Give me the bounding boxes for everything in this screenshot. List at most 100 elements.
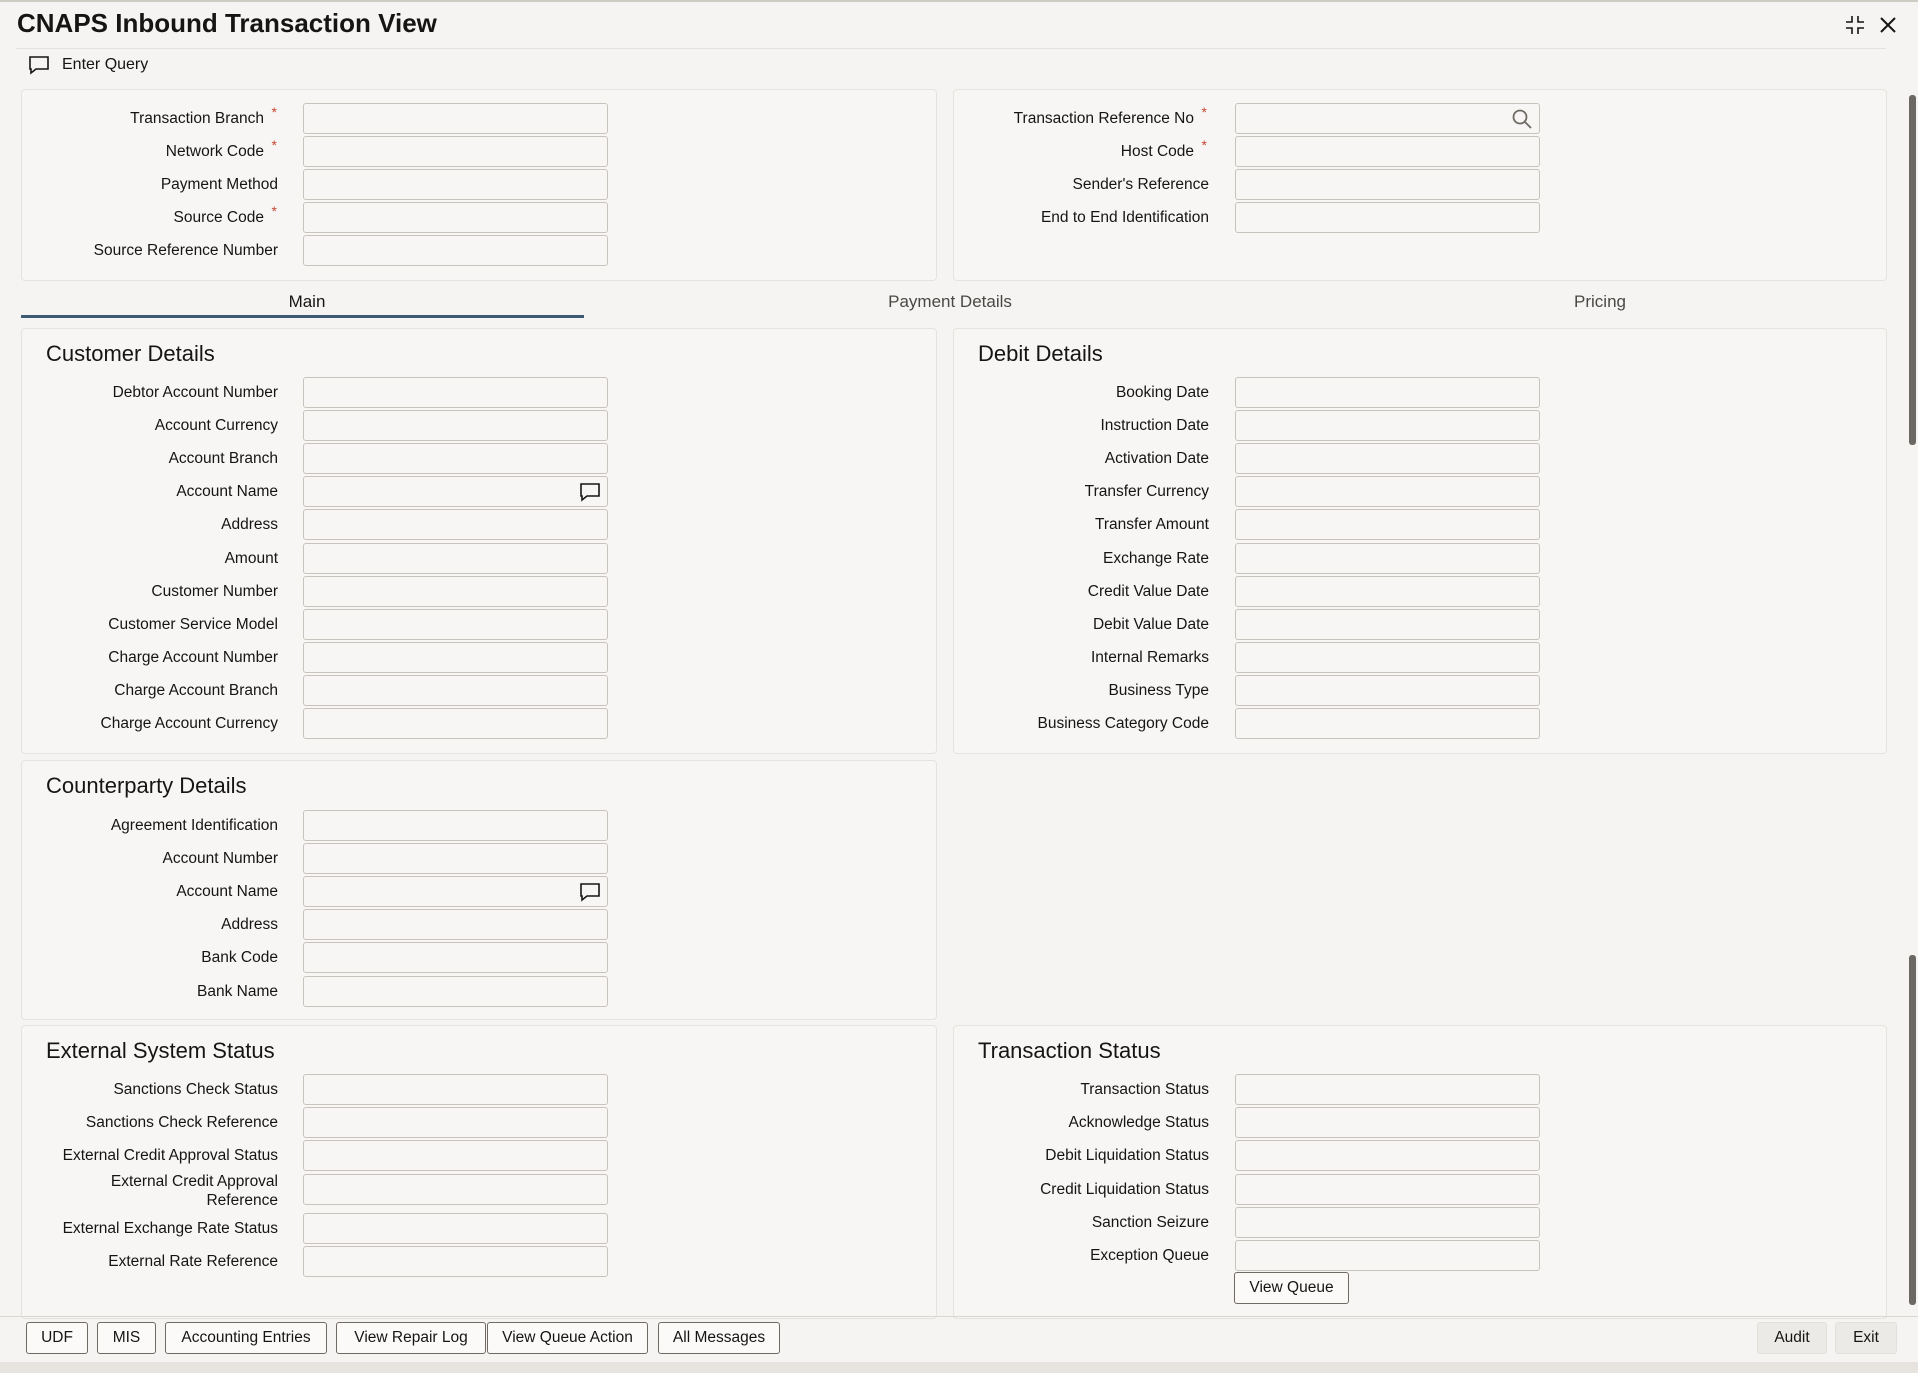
account-number-field[interactable]	[303, 843, 608, 875]
exchange-rate-label: Exchange Rate	[949, 549, 1209, 568]
amount-field[interactable]	[303, 542, 608, 574]
label-text: Sanction Seizure	[1091, 1214, 1209, 1231]
speech-bubble-icon[interactable]	[579, 481, 601, 503]
transaction-status-label: Transaction Status	[949, 1080, 1209, 1099]
charge-account-currency-field[interactable]	[303, 708, 608, 739]
account-name-field[interactable]	[303, 876, 608, 908]
external-credit-approval-reference-label: External Credit Approval Reference	[78, 1172, 278, 1210]
transaction-branch-field[interactable]	[303, 103, 608, 134]
form-row-internal-remarks: Internal Remarks	[954, 641, 1886, 673]
mis-button[interactable]: MIS	[97, 1322, 156, 1354]
label-text: Charge Account Number	[108, 648, 278, 666]
account-currency-field[interactable]	[303, 410, 608, 442]
tab-payment-details[interactable]: Payment Details	[672, 285, 1228, 319]
acknowledge-status-field[interactable]	[1235, 1107, 1540, 1138]
minimize-window-icon[interactable]	[1842, 12, 1868, 38]
tab-main[interactable]: Main	[21, 285, 593, 319]
end-to-end-identification-field[interactable]	[1235, 202, 1540, 233]
udf-button[interactable]: UDF	[26, 1322, 88, 1354]
view-queue-action-button[interactable]: View Queue Action	[487, 1322, 648, 1354]
instruction-date-field[interactable]	[1235, 410, 1540, 442]
form-row-debtor-account-number: Debtor Account Number	[22, 377, 936, 408]
all-messages-button[interactable]: All Messages	[658, 1322, 780, 1354]
close-icon[interactable]	[1875, 12, 1901, 38]
bank-name-field[interactable]	[303, 975, 608, 1007]
label-text: Account Name	[176, 883, 278, 901]
transaction-reference-no-field[interactable]	[1235, 103, 1540, 134]
business-category-code-field[interactable]	[1235, 708, 1540, 739]
label-text: Host Code	[1120, 143, 1194, 160]
external-exchange-rate-status-field[interactable]	[303, 1213, 608, 1244]
network-code-field[interactable]	[303, 136, 608, 167]
accounting-entries-button[interactable]: Accounting Entries	[165, 1322, 327, 1354]
sanction-seizure-field[interactable]	[1235, 1207, 1540, 1238]
label-text: Account Number	[162, 850, 278, 868]
exit-button[interactable]: Exit	[1835, 1322, 1897, 1354]
charge-account-branch-label: Charge Account Branch	[38, 681, 278, 700]
form-row-address: Address	[22, 909, 936, 941]
transaction-status-field[interactable]	[1235, 1074, 1540, 1105]
sanctions-check-reference-field[interactable]	[303, 1107, 608, 1138]
account-name-label: Account Name	[38, 882, 278, 901]
account-branch-field[interactable]	[303, 443, 608, 475]
external-credit-approval-reference-field[interactable]	[303, 1174, 608, 1205]
agreement-identification-field[interactable]	[303, 810, 608, 841]
credit-value-date-field[interactable]	[1235, 575, 1540, 607]
account-name-field[interactable]	[303, 476, 608, 508]
account-name-label: Account Name	[38, 482, 278, 501]
transfer-amount-field[interactable]	[1235, 509, 1540, 541]
sanctions-check-status-field[interactable]	[303, 1074, 608, 1105]
speech-bubble-icon[interactable]	[579, 881, 601, 903]
label-text: Charge Account Branch	[114, 681, 278, 699]
exchange-rate-field[interactable]	[1235, 542, 1540, 574]
bank-code-label: Bank Code	[38, 948, 278, 967]
debtor-account-number-label: Debtor Account Number	[38, 383, 278, 402]
view-repair-log-button[interactable]: View Repair Log	[336, 1322, 486, 1354]
sender-s-reference-field[interactable]	[1235, 169, 1540, 200]
credit-liquidation-status-field[interactable]	[1235, 1174, 1540, 1205]
charge-account-branch-field[interactable]	[303, 674, 608, 706]
address-field[interactable]	[303, 509, 608, 541]
search-icon[interactable]	[1511, 108, 1533, 130]
payment-method-field[interactable]	[303, 169, 608, 200]
label-text: Charge Account Currency	[100, 715, 278, 732]
source-reference-number-field[interactable]	[303, 235, 608, 266]
internal-remarks-field[interactable]	[1235, 641, 1540, 673]
external-credit-approval-status-field[interactable]	[303, 1140, 608, 1171]
form-row-transaction-reference-no: Transaction Reference No *	[954, 103, 1886, 134]
form-row-charge-account-branch: Charge Account Branch	[22, 674, 936, 706]
customer-service-model-field[interactable]	[303, 608, 608, 640]
view-queue-button[interactable]: View Queue	[1234, 1272, 1349, 1304]
activation-date-field[interactable]	[1235, 443, 1540, 475]
debtor-account-number-field[interactable]	[303, 377, 608, 408]
business-type-field[interactable]	[1235, 674, 1540, 706]
host-code-field[interactable]	[1235, 136, 1540, 167]
customer-number-field[interactable]	[303, 575, 608, 607]
label-text: Activation Date	[1104, 450, 1209, 468]
address-field[interactable]	[303, 909, 608, 941]
scrollbar-thumb-upper[interactable]	[1909, 95, 1916, 445]
booking-date-field[interactable]	[1235, 377, 1540, 408]
required-indicator: *	[1201, 137, 1207, 153]
source-code-field[interactable]	[303, 202, 608, 233]
charge-account-number-field[interactable]	[303, 641, 608, 673]
form-row-customer-service-model: Customer Service Model	[22, 608, 936, 640]
scrollbar-thumb-lower[interactable]	[1909, 955, 1916, 1305]
audit-button[interactable]: Audit	[1757, 1322, 1827, 1354]
bank-code-field[interactable]	[303, 942, 608, 974]
form-row-account-branch: Account Branch	[22, 443, 936, 475]
external-rate-reference-field[interactable]	[303, 1246, 608, 1277]
section-title: Counterparty Details	[46, 773, 247, 798]
business-category-code-label: Business Category Code	[949, 714, 1209, 733]
exception-queue-field[interactable]	[1235, 1240, 1540, 1271]
label-text: Acknowledge Status	[1068, 1114, 1209, 1131]
label-text: Internal Remarks	[1090, 648, 1209, 666]
transfer-currency-field[interactable]	[1235, 476, 1540, 508]
instruction-date-label: Instruction Date	[949, 416, 1209, 435]
debit-value-date-field[interactable]	[1235, 608, 1540, 640]
tab-pricing[interactable]: Pricing	[1362, 285, 1838, 319]
booking-date-label: Booking Date	[949, 383, 1209, 402]
form-row-end-to-end-identification: End to End Identification	[954, 202, 1886, 233]
debit-liquidation-status-field[interactable]	[1235, 1140, 1540, 1171]
enter-query-button[interactable]: Enter Query	[28, 52, 148, 78]
